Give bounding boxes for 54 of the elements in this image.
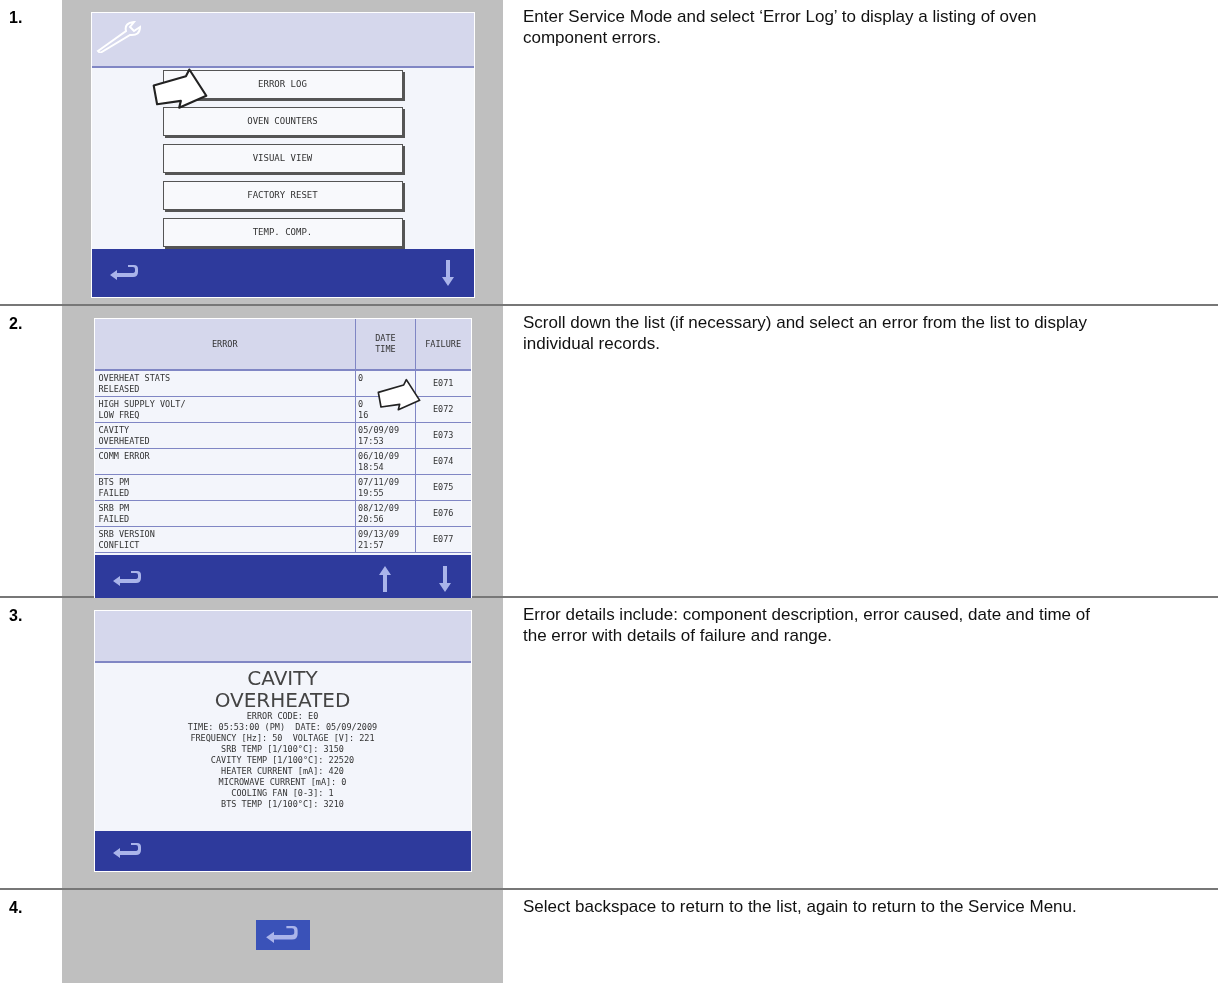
column-header: DATE TIME xyxy=(375,333,396,355)
menu-button[interactable]: TEMP. COMP. xyxy=(162,218,403,247)
column-header: FAILURE xyxy=(425,338,462,350)
detail-line: CAVITY TEMP [1/100°C]: 22520 xyxy=(210,755,355,766)
error-title: CAVITY xyxy=(247,667,318,689)
date-time: 06/10/09 18:54 xyxy=(358,451,400,473)
date-time: 0 16 xyxy=(358,399,369,421)
step-number: 4. xyxy=(9,899,23,916)
step-number: 2. xyxy=(9,315,23,332)
detail-line: ERROR CODE: E0 xyxy=(246,711,319,722)
failure-code[interactable]: E073 xyxy=(432,430,454,441)
back-button[interactable] xyxy=(255,920,310,950)
failure-code[interactable]: E075 xyxy=(432,482,454,493)
pointer-arrow-icon xyxy=(151,68,208,110)
error-name[interactable]: HIGH SUPPLY VOLT/ LOW FREQ xyxy=(98,399,186,421)
failure-code[interactable]: E072 xyxy=(432,404,454,415)
failure-code[interactable]: E077 xyxy=(432,534,454,545)
wrench-icon xyxy=(95,21,144,53)
step-number: 3. xyxy=(9,607,23,624)
menu-button[interactable]: OVEN COUNTERS xyxy=(162,107,403,136)
detail-line: FREQUENCY [Hz]: 50 VOLTAGE [V]: 221 xyxy=(190,733,375,744)
error-name[interactable]: SRB PM FAILED xyxy=(98,503,130,525)
detail-line: MICROWAVE CURRENT [mA]: 0 xyxy=(218,777,347,788)
detail-line: HEATER CURRENT [mA]: 420 xyxy=(221,766,344,777)
detail-line: COOLING FAN [0-3]: 1 xyxy=(231,788,334,799)
down-arrow-icon[interactable] xyxy=(438,566,451,592)
menu-button[interactable]: FACTORY RESET xyxy=(162,181,403,210)
detail-line: SRB TEMP [1/100°C]: 3150 xyxy=(221,744,344,755)
error-name[interactable]: BTS PM FAILED xyxy=(98,477,130,499)
up-arrow-icon[interactable] xyxy=(378,566,391,592)
error-name[interactable]: OVERHEAT STATS RELEASED xyxy=(98,373,171,395)
step-number: 1. xyxy=(9,9,23,26)
step-description: Error details include: component description, error caused, date and time of the error with details of failure and range. xyxy=(523,604,1091,646)
date-time: 07/11/09 19:55 xyxy=(358,477,400,499)
error-name[interactable]: SRB VERSION CONFLICT xyxy=(98,529,155,551)
error-title: OVERHEATED xyxy=(214,689,351,711)
step-description: Select backspace to return to the list, again to return to the Service Menu. xyxy=(523,896,1078,917)
column-header: ERROR xyxy=(212,338,238,350)
step-description: Enter Service Mode and select ‘Error Log’ to display a listing of oven component errors. xyxy=(523,6,1038,48)
error-name[interactable]: CAVITY OVERHEATED xyxy=(98,425,150,447)
step-description: Scroll down the list (if necessary) and select an error from the list to display individual records. xyxy=(523,312,1089,354)
pointer-arrow-icon xyxy=(376,377,421,413)
failure-code[interactable]: E074 xyxy=(432,456,454,467)
failure-code[interactable]: E071 xyxy=(432,378,454,389)
detail-line: BTS TEMP [1/100°C]: 3210 xyxy=(221,799,344,810)
menu-button[interactable]: VISUAL VIEW xyxy=(162,144,403,173)
failure-code[interactable]: E076 xyxy=(432,508,454,519)
date-time: 0 xyxy=(358,373,364,384)
date-time: 09/13/09 21:57 xyxy=(358,529,400,551)
error-name[interactable]: COMM ERROR xyxy=(98,451,150,462)
down-arrow-icon[interactable] xyxy=(441,260,454,286)
detail-line: TIME: 05:53:00 (PM) DATE: 05/09/2009 xyxy=(187,722,378,733)
date-time: 05/09/09 17:53 xyxy=(358,425,400,447)
date-time: 08/12/09 20:56 xyxy=(358,503,400,525)
